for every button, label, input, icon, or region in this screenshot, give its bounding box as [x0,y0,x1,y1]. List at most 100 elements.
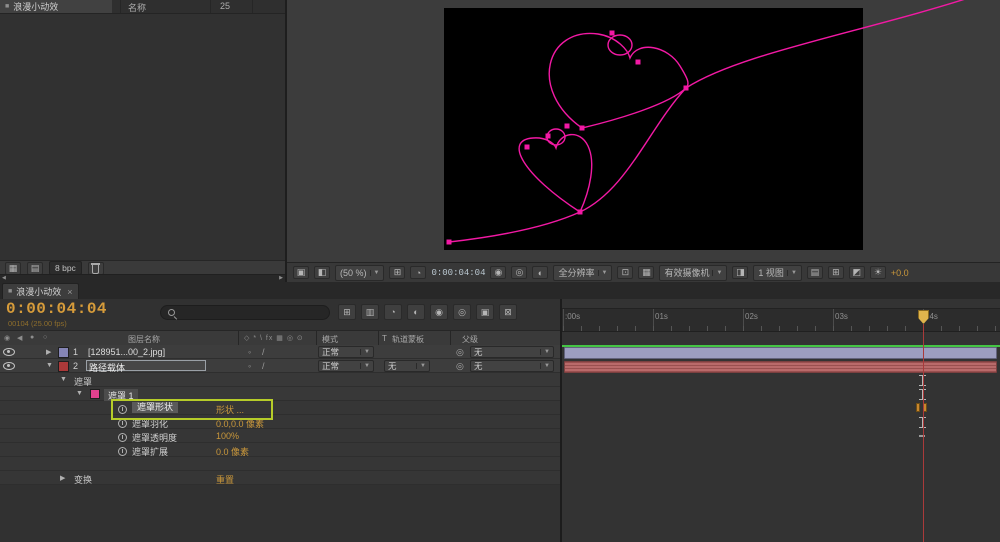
layer-color-swatch[interactable] [58,361,69,372]
quality-switch-icon[interactable]: / [262,361,265,371]
keyframe-icon[interactable] [919,435,925,437]
eye-icon[interactable] [3,362,15,370]
zoom-value: (50 %) [340,268,367,278]
eye-icon[interactable] [3,348,15,356]
parent-select[interactable]: 无 ▼ [470,360,554,372]
layer-color-swatch[interactable] [58,347,69,358]
show-channels-button[interactable]: ◐ [532,266,548,279]
interpret-footage-button[interactable]: ▦ [5,262,21,275]
timeline-button[interactable]: ⊞ [828,266,844,279]
mask-opacity-value[interactable]: 100% [216,431,239,441]
twirl-open-icon[interactable]: ▼ [76,390,83,397]
layer2-duration-bar[interactable] [564,361,997,373]
twirl-closed-icon[interactable]: ▶ [46,348,51,356]
show-snapshot-button[interactable]: ◎ [511,266,527,279]
mask-color-swatch[interactable] [90,389,100,399]
draft-3d-button[interactable]: ◔ [384,304,402,320]
quality-switch-icon[interactable]: / [262,347,265,357]
mask-feather-row[interactable]: 遮罩羽化 0.0,0.0 像素 [0,415,560,429]
keyframe-icon[interactable] [916,403,920,412]
stopwatch-icon[interactable] [118,445,127,456]
layer-name-field[interactable]: 路径载体 [86,360,206,371]
chevron-down-icon: ▼ [712,270,722,276]
graph-editor-button[interactable]: ⊠ [499,304,517,320]
hide-shy-layers-button[interactable]: ◐ [407,304,425,320]
scroll-left-icon[interactable]: ◀ [2,275,6,282]
transform-reset[interactable]: 重置 [216,473,234,486]
mask-opacity-row[interactable]: 遮罩透明度 100% [0,429,560,443]
snapshot-button[interactable]: ◉ [490,266,506,279]
layer-number: 1 [73,347,78,357]
mask-shape-row[interactable]: 遮罩形状 形状 ... [0,401,560,415]
blend-mode-select[interactable]: 正常 ▼ [318,360,374,372]
track-matte-select[interactable]: 无 ▼ [384,360,430,372]
mask-visibility-button[interactable]: ◔ [410,266,426,279]
draft-3d-icon: ◔ [390,307,395,317]
time-ruler[interactable]: :00s 01s 02s 03s 04s [562,308,1000,332]
transparency-grid-button[interactable]: ▦ [638,266,654,279]
parent-pickwhip-icon[interactable]: ◎ [456,361,464,372]
live-update-button[interactable]: ▥ [361,304,379,320]
timeline-main: 0:00:04:04 00104 (25.00 fps) ⊞ ▥ ◔ ◐ ◉ ◎… [0,299,1000,542]
column-header-name[interactable]: 名称 [128,1,146,14]
viewer-timecode[interactable]: 0:00:04:04 [431,268,485,278]
fast-previews-button[interactable]: ▤ [807,266,823,279]
zoom-select[interactable]: (50 %) ▼ [335,265,384,281]
motion-blur-button[interactable]: ◎ [453,304,471,320]
region-of-interest-button[interactable]: ⊡ [617,266,633,279]
transform-label[interactable]: 变换 [74,473,92,486]
scroll-right-icon[interactable]: ▶ [279,275,283,282]
flowchart-button[interactable]: ◩ [849,266,865,279]
delete-button[interactable] [88,262,104,275]
layer-name[interactable]: [128951...00_2.jpg] [88,347,165,357]
pixel-aspect-button[interactable]: ◨ [732,266,748,279]
twirl-open-icon[interactable]: ▼ [60,376,67,383]
close-icon[interactable]: × [67,287,72,297]
twirl-closed-icon[interactable]: ▶ [60,474,65,482]
blend-mode-select[interactable]: 正常 ▼ [318,346,374,358]
project-panel-tab[interactable]: ■ 浪漫小动效 [0,0,112,13]
exposure-value[interactable]: +0.0 [891,268,909,278]
bit-depth-button[interactable]: 8 bpc [49,261,82,275]
search-input[interactable] [181,307,323,319]
viewer-toolbar: ▣ ◧ (50 %) ▼ ⊞ ◔ 0:00:04:04 ◉ ◎ ◐ 全分辨率 ▼… [287,262,1000,282]
collapse-switch-icon[interactable]: ◦ [248,347,251,357]
masks-group-row[interactable]: ▼ 遮罩 [0,373,560,387]
composition-mini-flowchart-button[interactable]: ⊞ [338,304,356,320]
new-folder-button[interactable]: ▤ [27,262,43,275]
mask1-row[interactable]: ▼ 遮罩 1 [0,387,560,401]
layer-row-2[interactable]: ▼ 2 路径载体 ◦ / 正常 ▼ 无 [0,359,560,373]
reset-exposure-button[interactable]: ☀ [870,266,886,279]
trash-icon [91,263,100,274]
parent-pickwhip-icon[interactable]: ◎ [456,347,464,358]
current-time-display[interactable]: 0:00:04:04 [6,300,107,318]
collapse-switch-icon[interactable]: ◦ [248,361,251,371]
main-view-button[interactable]: ◧ [314,266,330,279]
blend-mode-value: 正常 [322,360,339,372]
column-divider [120,0,121,13]
composition-mini-flowchart-icon: ⊞ [343,307,351,318]
stopwatch-icon[interactable] [118,417,127,428]
resolution-select[interactable]: 全分辨率 ▼ [553,265,612,281]
project-horizontal-scrollbar[interactable]: ◀ ▶ [0,274,285,282]
mask-expansion-row[interactable]: 遮罩扩展 0.0 像素 [0,443,560,457]
grid-guides-button[interactable]: ⊞ [389,266,405,279]
composition-canvas[interactable] [287,0,1000,262]
twirl-open-icon[interactable]: ▼ [46,362,53,369]
timeline-tab[interactable]: ■ 浪漫小动效 × [2,283,79,299]
stopwatch-icon[interactable] [118,403,127,414]
always-preview-button[interactable]: ▣ [293,266,309,279]
chevron-down-icon: ▼ [540,363,550,369]
project-items-area[interactable] [0,14,285,260]
stopwatch-icon[interactable] [118,431,127,442]
auto-keyframe-button[interactable]: ▣ [476,304,494,320]
layer-row-1[interactable]: ▶ 1 [128951...00_2.jpg] ◦ / 正常 ▼ ◎ 无 [0,345,560,359]
parent-select[interactable]: 无 ▼ [470,346,554,358]
frame-blend-button[interactable]: ◉ [430,304,448,320]
mask-shape-label[interactable]: 遮罩形状 [132,402,178,413]
camera-select[interactable]: 有效摄像机 ▼ [659,265,727,281]
lock-column-icon: ○ [43,334,47,341]
view-layout-select[interactable]: 1 视图 ▼ [753,265,801,281]
transform-row[interactable]: ▶ 变换 重置 [0,471,560,485]
layer1-duration-bar[interactable] [564,347,997,359]
